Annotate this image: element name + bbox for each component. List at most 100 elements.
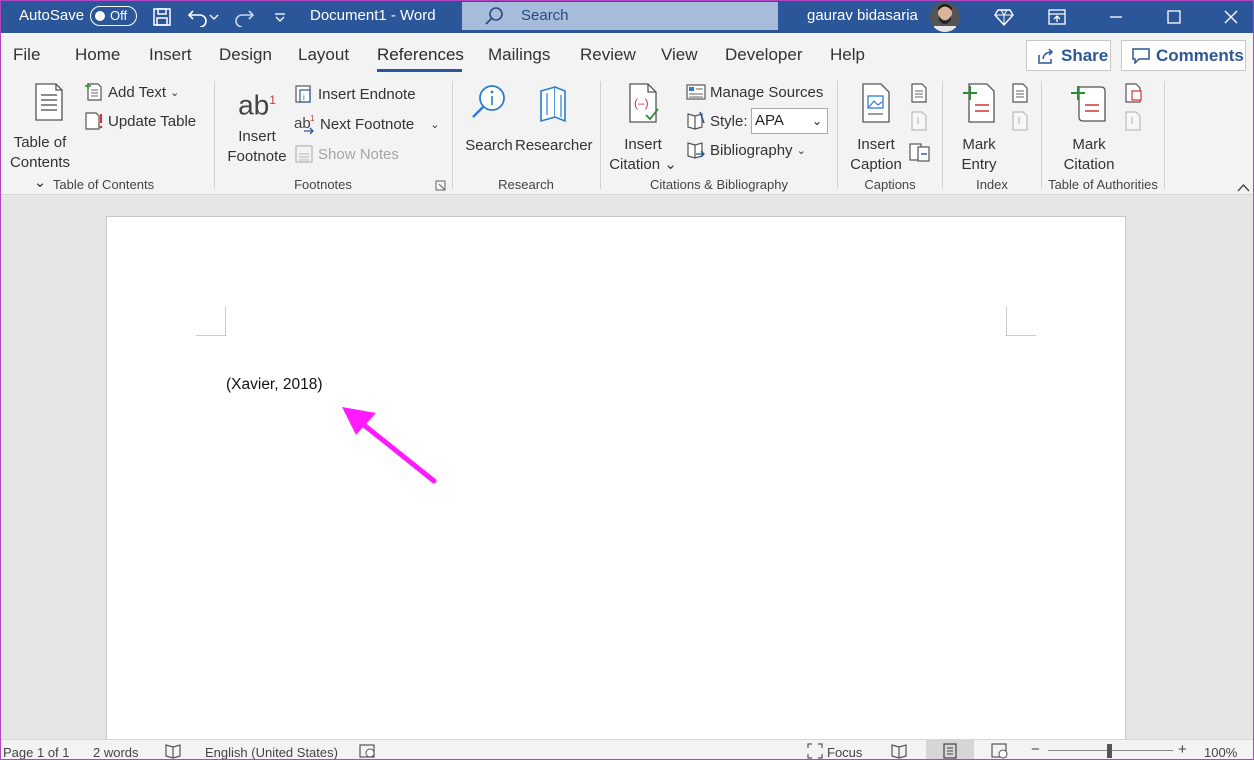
manage-sources-button[interactable]: Manage Sources <box>686 81 823 103</box>
add-text-button[interactable]: Add Text ⌄ <box>84 81 179 103</box>
update-index-icon[interactable] <box>1010 111 1030 136</box>
table-of-contents-button[interactable]: Table of Contents ⌄ <box>5 83 75 191</box>
focus-button[interactable]: Focus <box>827 745 862 759</box>
show-notes-button[interactable]: Show Notes <box>294 143 399 165</box>
group-separator <box>942 81 943 189</box>
insert-table-of-figures-icon[interactable] <box>909 83 929 108</box>
insert-endnote-icon: i <box>295 85 311 103</box>
manage-sources-label: Manage Sources <box>710 83 824 101</box>
insert-table-of-authorities-icon[interactable] <box>1123 83 1143 108</box>
undo-dropdown-icon[interactable] <box>207 4 221 30</box>
accessibility-icon[interactable] <box>359 743 377 759</box>
researcher-button[interactable]: Researcher <box>515 83 593 154</box>
zoom-in-button[interactable]: + <box>1178 741 1187 758</box>
zoom-level[interactable]: 100% <box>1204 745 1237 759</box>
style-book-icon <box>687 111 705 130</box>
zoom-slider-thumb[interactable] <box>1107 744 1112 758</box>
group-label-index: Index <box>976 177 1008 192</box>
add-text-label: Add Text <box>108 83 167 101</box>
annotation-arrow <box>342 407 437 484</box>
tab-mailings[interactable]: Mailings <box>488 45 550 65</box>
mark-entry-button[interactable]: Mark Entry <box>951 83 1007 173</box>
print-layout-button[interactable] <box>926 740 974 759</box>
share-button[interactable]: Share <box>1026 40 1111 71</box>
language[interactable]: English (United States) <box>205 745 338 759</box>
user-name[interactable]: gaurav bidasaria <box>807 7 918 24</box>
collapse-ribbon-icon[interactable] <box>1237 179 1250 197</box>
group-label-research: Research <box>498 177 554 192</box>
insert-endnote-button[interactable]: i Insert Endnote <box>294 83 416 105</box>
citation-text[interactable]: (Xavier, 2018) <box>226 376 323 394</box>
autosave-label: AutoSave <box>19 7 85 24</box>
read-mode-icon[interactable] <box>891 743 909 759</box>
show-notes-icon <box>295 145 313 163</box>
svg-text:ab: ab <box>294 115 311 132</box>
tab-home[interactable]: Home <box>75 45 120 65</box>
mark-citation-button[interactable]: Mark Citation <box>1057 83 1121 173</box>
maximize-icon[interactable] <box>1161 4 1187 30</box>
dialog-launcher-icon[interactable] <box>435 178 446 196</box>
tab-view[interactable]: View <box>661 45 698 65</box>
references-ribbon: Table of Contents ⌄ Add Text ⌄ Update Tab… <box>1 77 1253 197</box>
ribbon-display-icon[interactable] <box>1044 4 1070 30</box>
search-button[interactable]: Search <box>463 83 515 154</box>
manage-sources-icon <box>686 84 706 100</box>
active-tab-indicator <box>377 69 462 72</box>
customize-qat-icon[interactable] <box>267 4 293 30</box>
close-icon[interactable] <box>1218 4 1244 30</box>
tab-design[interactable]: Design <box>219 45 272 65</box>
web-layout-icon[interactable] <box>991 743 1009 759</box>
tab-help[interactable]: Help <box>830 45 865 65</box>
tab-insert[interactable]: Insert <box>149 45 192 65</box>
insert-caption-icon <box>862 83 890 123</box>
next-footnote-icon: ab 1 <box>294 114 315 134</box>
status-bar: Page 1 of 1 2 words English (United Stat… <box>1 739 1253 759</box>
mark-entry-label-1: Mark <box>962 136 996 153</box>
svg-text:1: 1 <box>310 114 315 123</box>
autosave-toggle[interactable]: Off <box>90 6 137 26</box>
bibliography-icon <box>687 142 705 159</box>
insert-citation-button[interactable]: (–) Insert Citation ⌄ <box>607 83 679 173</box>
mark-citation-label-1: Mark <box>1072 136 1106 153</box>
group-label-footnotes: Footnotes <box>294 177 352 192</box>
style-label: Style: <box>710 112 748 130</box>
researcher-label: Researcher <box>515 137 593 154</box>
style-value: APA <box>755 112 784 129</box>
update-table-of-figures-icon[interactable] <box>909 111 929 136</box>
tab-review[interactable]: Review <box>580 45 636 65</box>
cross-reference-icon[interactable] <box>909 141 931 168</box>
style-select[interactable]: APA ⌄ <box>751 108 828 134</box>
comments-button[interactable]: Comments <box>1121 40 1246 71</box>
insert-index-icon[interactable] <box>1010 83 1030 108</box>
search-box[interactable]: Search <box>462 2 778 30</box>
group-label-authorities: Table of Authorities <box>1048 177 1158 192</box>
insert-footnote-button[interactable]: ab1 Insert Footnote <box>223 83 291 171</box>
tab-file[interactable]: File <box>13 45 40 65</box>
svg-text:i: i <box>303 93 305 102</box>
word-count[interactable]: 2 words <box>93 745 139 759</box>
proofing-icon[interactable] <box>165 743 183 759</box>
add-text-icon <box>85 83 102 101</box>
diamond-icon[interactable] <box>991 4 1017 30</box>
update-table-icon <box>85 112 103 130</box>
tab-developer[interactable]: Developer <box>725 45 803 65</box>
chevron-down-icon: ⌄ <box>811 114 822 128</box>
redo-icon[interactable] <box>231 4 257 30</box>
save-icon[interactable] <box>149 4 175 30</box>
insert-caption-button[interactable]: Insert Caption <box>844 83 908 173</box>
update-table-of-authorities-icon[interactable] <box>1123 111 1143 136</box>
chevron-down-icon[interactable]: ⌄ <box>430 118 439 131</box>
search-placeholder: Search <box>521 7 569 24</box>
minimize-icon[interactable] <box>1103 4 1129 30</box>
tab-layout[interactable]: Layout <box>298 45 349 65</box>
avatar[interactable] <box>930 2 960 32</box>
tab-references[interactable]: References <box>377 45 464 65</box>
bibliography-button[interactable]: Bibliography ⌄ <box>686 139 806 161</box>
update-table-button[interactable]: Update Table <box>84 110 196 132</box>
document-area: (Xavier, 2018) <box>1 196 1253 759</box>
document-page[interactable]: (Xavier, 2018) <box>106 216 1126 759</box>
next-footnote-button[interactable]: ab 1 Next Footnote ⌄ <box>294 113 439 135</box>
zoom-out-button[interactable]: − <box>1031 741 1040 758</box>
page-count[interactable]: Page 1 of 1 <box>3 745 70 759</box>
mark-citation-label-2: Citation <box>1063 156 1115 173</box>
